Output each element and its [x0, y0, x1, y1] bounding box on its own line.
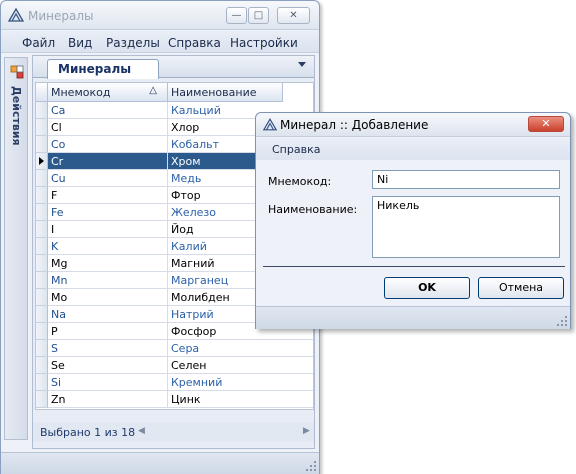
sort-ascending-icon: △	[149, 85, 157, 96]
add-mineral-dialog: Минерал :: Добавление ✕ Справка Мнемокод…	[255, 112, 571, 329]
cell-code[interactable]: Cl	[48, 119, 168, 136]
ok-button[interactable]: OK	[384, 277, 470, 299]
row-indicator[interactable]	[36, 323, 48, 340]
table-row[interactable]: Zn Цинк	[36, 391, 313, 408]
maximize-button[interactable]: □	[248, 7, 269, 24]
table-row[interactable]: Si Кремний	[36, 374, 313, 391]
dialog-menu-help[interactable]: Справка	[272, 143, 320, 156]
actions-icon	[10, 65, 24, 79]
row-indicator[interactable]	[36, 136, 48, 153]
maximize-icon: □	[253, 10, 264, 21]
close-icon: ✕	[541, 117, 551, 130]
column-header-code-label: Мнемокод	[51, 86, 111, 99]
dialog-title: Минерал :: Добавление	[280, 118, 429, 132]
grid-header: Мнемокод △ Наименование	[36, 83, 313, 102]
row-indicator[interactable]	[36, 272, 48, 289]
cell-code[interactable]: Mn	[48, 272, 168, 289]
dialog-separator	[263, 266, 565, 267]
column-header-name-label: Наименование	[171, 86, 257, 99]
tab-dropdown-icon[interactable]	[298, 62, 306, 67]
cell-name[interactable]: Селен	[168, 357, 313, 374]
code-label: Мнемокод:	[268, 175, 332, 188]
cell-code[interactable]: S	[48, 340, 168, 357]
tab-minerals[interactable]: Минералы	[47, 59, 159, 79]
status-bar: Выбрано 1 из 18 ◀ ▶	[33, 422, 314, 442]
row-indicator[interactable]	[36, 153, 48, 170]
menu-help[interactable]: Справка	[168, 36, 221, 50]
row-indicator[interactable]	[36, 357, 48, 374]
cell-code[interactable]: K	[48, 238, 168, 255]
row-indicator[interactable]	[36, 289, 48, 306]
cell-code[interactable]: Fe	[48, 204, 168, 221]
row-indicator[interactable]	[36, 238, 48, 255]
row-indicator[interactable]	[36, 221, 48, 238]
row-indicator[interactable]	[36, 255, 48, 272]
dialog-title-bar[interactable]: Минерал :: Добавление ✕	[256, 113, 570, 137]
main-bottom-bar	[1, 452, 319, 474]
row-indicator[interactable]	[36, 119, 48, 136]
grid-corner	[36, 83, 48, 102]
table-row[interactable]: Se Селен	[36, 357, 313, 374]
cell-code[interactable]: F	[48, 187, 168, 204]
column-header-name[interactable]: Наименование	[168, 83, 283, 102]
column-header-code[interactable]: Мнемокод △	[48, 83, 168, 102]
name-textarea[interactable]: Никель	[372, 196, 560, 258]
cell-code[interactable]: Co	[48, 136, 168, 153]
cell-code[interactable]: Na	[48, 306, 168, 323]
close-icon: ✕	[289, 10, 298, 21]
cell-code[interactable]: Zn	[48, 391, 168, 408]
cell-code[interactable]: Ca	[48, 102, 168, 119]
cell-code[interactable]: I	[48, 221, 168, 238]
scroll-left-icon[interactable]: ◀	[138, 426, 145, 436]
name-label: Наименование:	[268, 203, 358, 216]
app-logo-icon	[7, 7, 25, 22]
dialog-resize-grip-icon[interactable]	[557, 316, 567, 326]
cell-name[interactable]: Кремний	[168, 374, 313, 391]
current-row-arrow-icon	[39, 157, 44, 165]
cell-code[interactable]: Cu	[48, 170, 168, 187]
menu-view[interactable]: Вид	[68, 36, 92, 50]
row-indicator[interactable]	[36, 204, 48, 221]
row-indicator[interactable]	[36, 306, 48, 323]
main-menu-bar: Файл Вид Разделы Справка Настройки	[1, 31, 319, 53]
cell-code[interactable]: Cr	[48, 153, 168, 170]
main-title-bar[interactable]: Минералы — □ ✕	[1, 1, 319, 30]
row-indicator[interactable]	[36, 102, 48, 119]
cell-code[interactable]: Mg	[48, 255, 168, 272]
cell-name[interactable]: Цинк	[168, 391, 313, 408]
cell-name[interactable]: Сера	[168, 340, 313, 357]
row-indicator[interactable]	[36, 170, 48, 187]
minimize-icon: —	[231, 10, 242, 21]
dialog-close-button[interactable]: ✕	[528, 116, 564, 132]
dialog-logo-icon	[262, 118, 278, 131]
selection-status: Выбрано 1 из 18	[40, 426, 136, 439]
actions-panel-label: Действия	[10, 86, 23, 146]
cancel-button[interactable]: Отмена	[478, 277, 564, 299]
tab-strip: Минералы	[33, 56, 314, 79]
main-window-title: Минералы	[28, 9, 94, 23]
dialog-bottom-bar	[256, 306, 570, 329]
dialog-menu-bar: Справка	[256, 138, 570, 160]
resize-grip-icon[interactable]	[306, 461, 316, 471]
table-row[interactable]: S Сера	[36, 340, 313, 357]
row-indicator[interactable]	[36, 374, 48, 391]
minimize-button[interactable]: —	[226, 7, 247, 24]
row-indicator[interactable]	[36, 391, 48, 408]
row-indicator[interactable]	[36, 187, 48, 204]
cell-code[interactable]: Mo	[48, 289, 168, 306]
menu-sections[interactable]: Разделы	[106, 36, 160, 50]
scroll-right-icon[interactable]: ▶	[303, 426, 310, 436]
row-indicator[interactable]	[36, 340, 48, 357]
close-button[interactable]: ✕	[277, 7, 310, 24]
code-input[interactable]: Ni	[372, 170, 560, 189]
cell-code[interactable]: P	[48, 323, 168, 340]
menu-file[interactable]: Файл	[22, 36, 55, 50]
cell-code[interactable]: Si	[48, 374, 168, 391]
menu-settings[interactable]: Настройки	[230, 36, 298, 50]
cell-code[interactable]: Se	[48, 357, 168, 374]
actions-side-panel[interactable]: Действия	[4, 57, 28, 440]
